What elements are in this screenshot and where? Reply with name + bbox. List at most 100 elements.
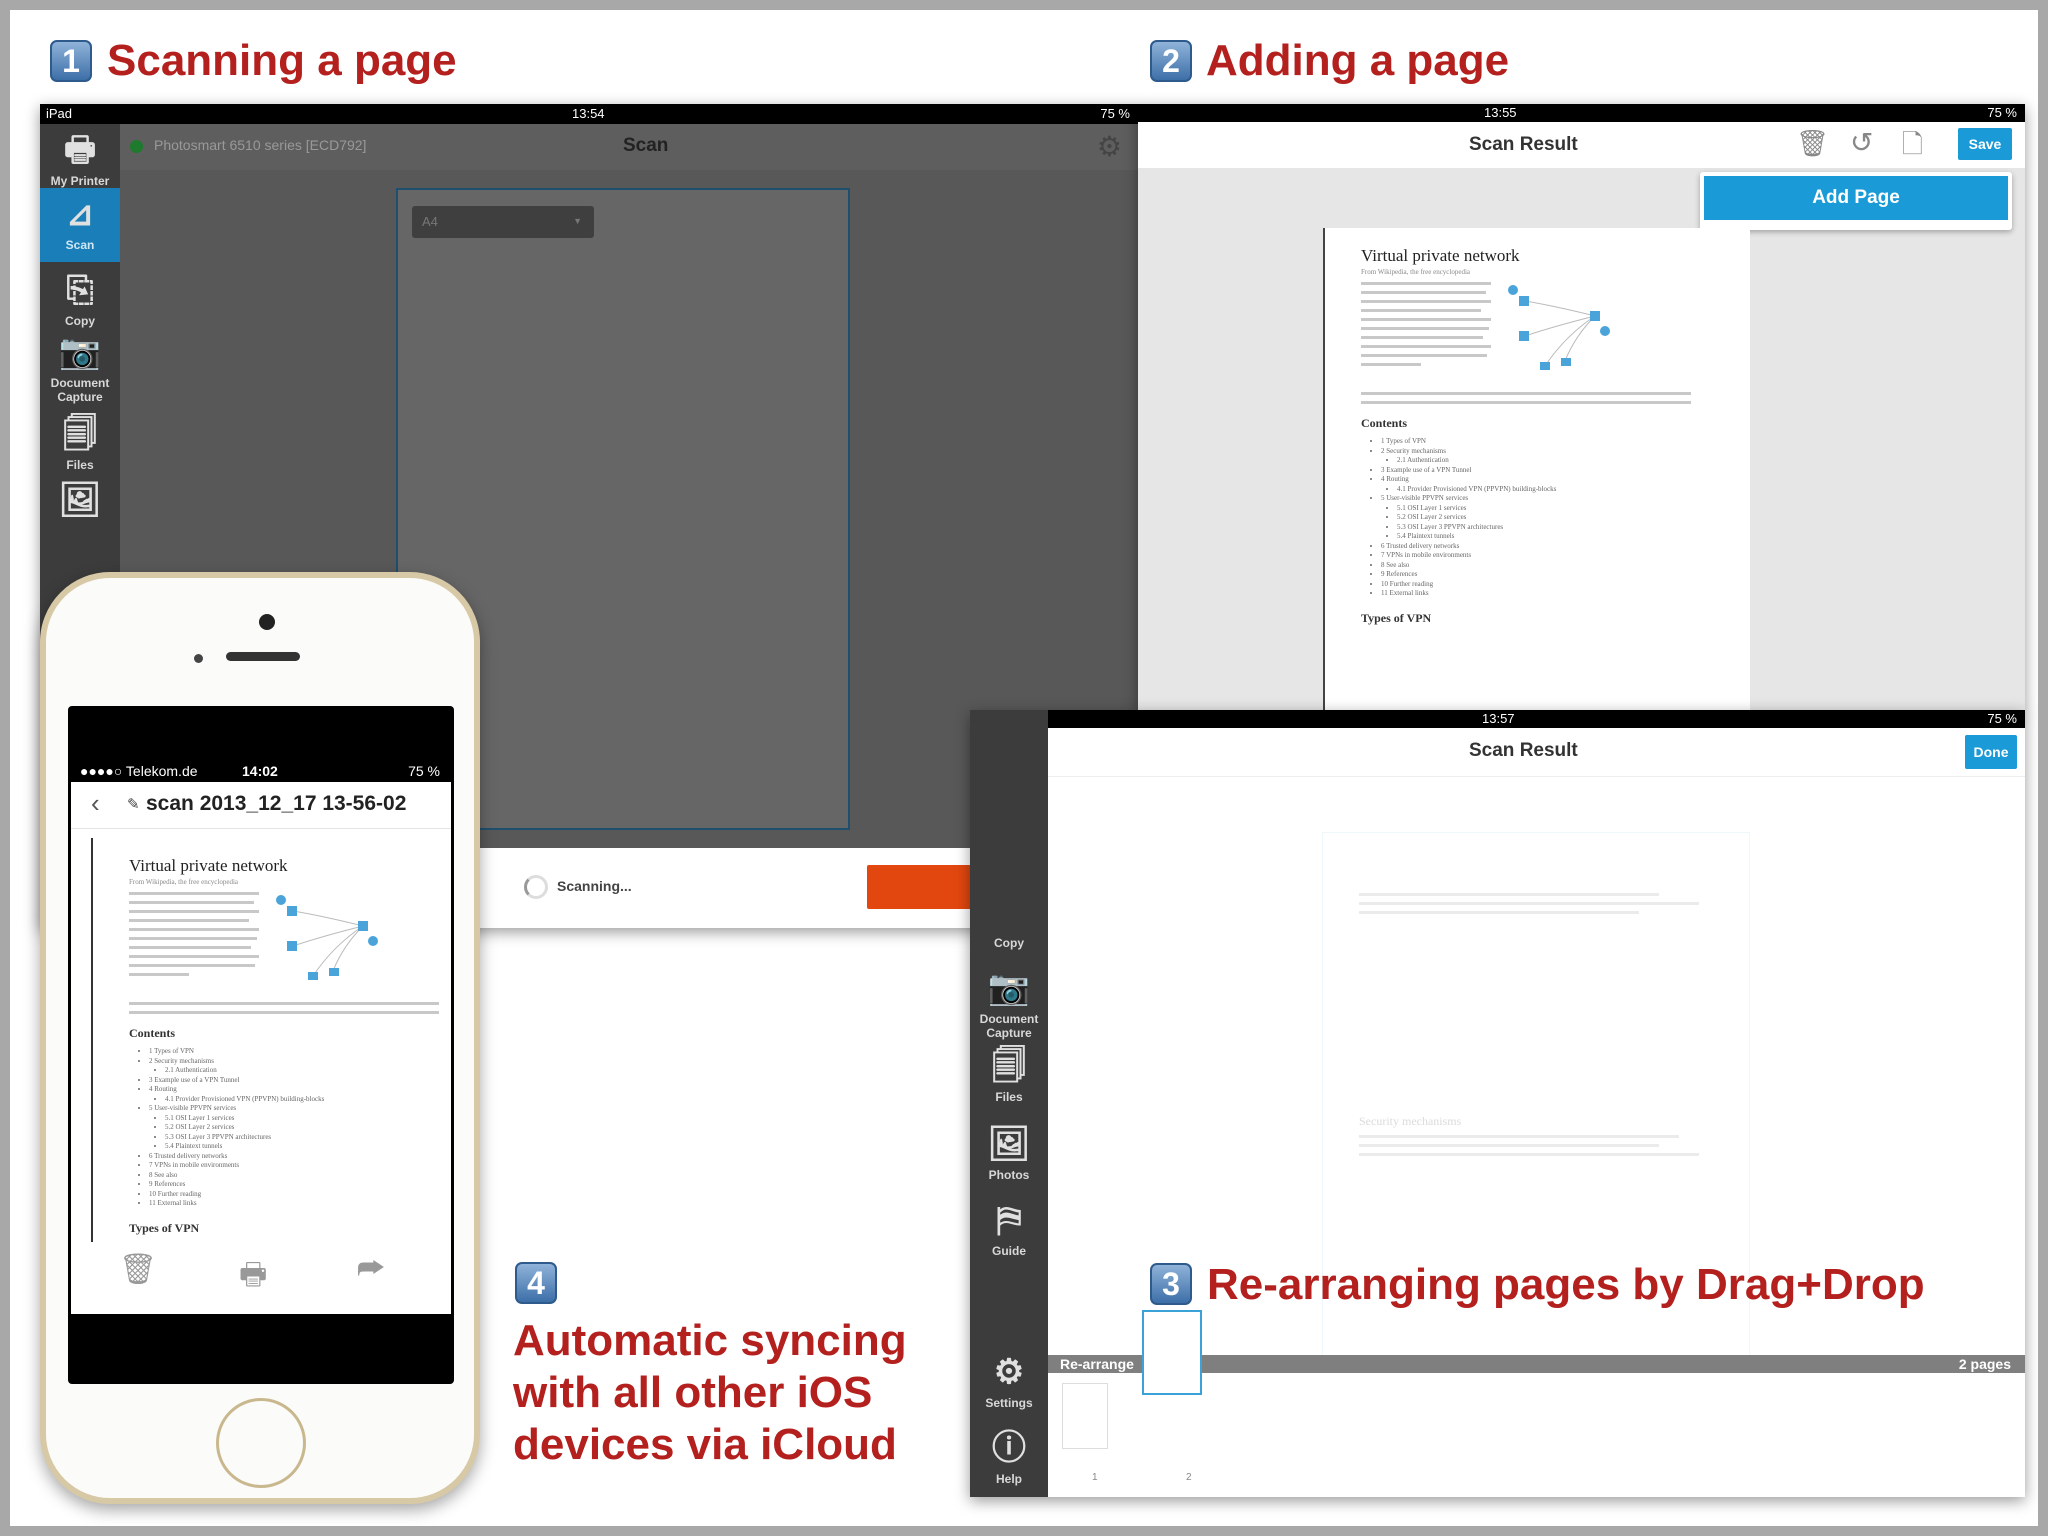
contents-item[interactable]: 1 Types of VPN — [149, 1047, 439, 1057]
section-heading: Types of VPN — [129, 1220, 200, 1235]
trash-icon[interactable]: 🗑 — [1796, 128, 1829, 159]
contents-item[interactable]: 5 User-visible PPVPN services — [1381, 494, 1750, 504]
contents-item[interactable]: 8 See also — [1381, 561, 1750, 571]
contents-item[interactable]: 5.4 Plaintext tunnels — [1397, 532, 1750, 542]
dragged-page-thumbnail[interactable] — [1142, 1310, 1202, 1395]
contents-item[interactable]: 4.1 Provider Provisioned VPN (PPVPN) bui… — [165, 1095, 439, 1105]
contents-item[interactable]: 2.1 Authentication — [165, 1066, 439, 1076]
rotate-icon[interactable]: ↺ — [1850, 126, 1873, 159]
spinner-icon — [524, 875, 548, 899]
divider — [71, 828, 451, 829]
page-thumbnail-1[interactable] — [1062, 1383, 1108, 1449]
sidebar-item-help[interactable]: ⓘ Help — [970, 1428, 1048, 1486]
clock: 14:02 — [242, 763, 278, 779]
printer-name[interactable]: Photosmart 6510 series [ECD792] — [154, 137, 366, 153]
contents-item[interactable]: 10 Further reading — [1381, 580, 1750, 590]
sidebar-item-photos[interactable]: 🖼 Photos — [970, 1124, 1048, 1182]
contents-item[interactable]: 4 Routing — [1381, 475, 1750, 485]
help-icon: ⓘ — [992, 1429, 1026, 1467]
contents-item[interactable]: 5.1 OSI Layer 1 services — [1397, 504, 1750, 514]
files-icon: 🗐 — [63, 415, 97, 453]
contents-item[interactable]: 4.1 Provider Provisioned VPN (PPVPN) bui… — [1397, 485, 1750, 495]
contents-item[interactable]: 8 See also — [149, 1171, 439, 1181]
contents-item[interactable]: 3 Example use of a VPN Tunnel — [1381, 466, 1750, 476]
clock: 13:54 — [572, 106, 605, 121]
doc-title: Virtual private network — [129, 856, 288, 875]
carrier: ●●●●○ Telekom.de — [80, 763, 198, 779]
trash-icon[interactable]: 🗑 — [119, 1252, 157, 1287]
sidebar-item-photos[interactable]: 🖼 — [40, 480, 120, 524]
contents-item[interactable]: 9 References — [1381, 570, 1750, 580]
step-4-text: Automatic syncing with all other iOS dev… — [513, 1315, 907, 1471]
camera-icon: 📷 — [58, 333, 102, 371]
sidebar-item-guide[interactable]: ⛿ Guide — [970, 1200, 1048, 1258]
sidebar-label: Copy — [994, 936, 1024, 950]
sidebar-label: Photos — [988, 1168, 1030, 1182]
contents-item[interactable]: 11 External links — [1381, 589, 1750, 599]
clock: 13:55 — [1484, 105, 1517, 120]
sidebar-label: Help — [995, 1472, 1022, 1486]
contents-item[interactable]: 1 Types of VPN — [1381, 437, 1750, 447]
sidebar-item-document-capture[interactable]: 📷 Document Capture — [40, 332, 120, 404]
contents-item[interactable]: 5.2 OSI Layer 2 services — [165, 1123, 439, 1133]
contents-item[interactable]: 3 Example use of a VPN Tunnel — [149, 1076, 439, 1086]
contents-item[interactable]: 5.1 OSI Layer 1 services — [165, 1114, 439, 1124]
scanning-status: Scanning... — [557, 878, 632, 894]
step-badge-2: 2 — [1150, 40, 1192, 82]
contents-item[interactable]: 9 References — [149, 1180, 439, 1190]
battery: 75 % — [408, 763, 440, 779]
scanned-page: Virtual private network From Wikipedia, … — [91, 838, 439, 1242]
sidebar-label: My Printer — [50, 174, 110, 188]
contents-item[interactable]: 5 User-visible PPVPN services — [149, 1104, 439, 1114]
paper-size-dropdown[interactable]: A4 ▼ — [412, 206, 594, 238]
contents-heading: Contents — [129, 1026, 176, 1040]
contents-item[interactable]: 6 Trusted delivery networks — [1381, 542, 1750, 552]
gear-icon[interactable]: ⚙ — [1097, 130, 1122, 163]
done-button[interactable]: Done — [1965, 735, 2017, 769]
contents-list: 1 Types of VPN2 Security mechanisms2.1 A… — [93, 1047, 439, 1209]
sidebar-item-document-capture[interactable]: 📷 Document Capture — [970, 968, 1048, 1040]
scanned-page: Virtual private network From Wikipedia, … — [1323, 228, 1750, 712]
contents-item[interactable]: 5.3 OSI Layer 3 PPVPN architectures — [1397, 523, 1750, 533]
pencil-icon[interactable]: ✎ — [127, 795, 140, 813]
sidebar-item-settings[interactable]: ⚙ Settings — [970, 1352, 1048, 1410]
contents-item[interactable]: 6 Trusted delivery networks — [149, 1152, 439, 1162]
page-title: Scan Result — [1469, 134, 1578, 155]
sidebar-label: Files — [66, 458, 94, 472]
contents-item[interactable]: 11 External links — [149, 1199, 439, 1209]
contents-item[interactable]: 2 Security mechanisms — [1381, 447, 1750, 457]
add-page-screen: 13:55 75 % Scan Result 🗑 ↺ 🗋 Save Add Pa… — [1138, 104, 2025, 712]
contents-item[interactable]: 2.1 Authentication — [1397, 456, 1750, 466]
contents-item[interactable]: 4 Routing — [149, 1085, 439, 1095]
contents-item[interactable]: 10 Further reading — [149, 1190, 439, 1200]
sidebar-item-copy[interactable]: ⎘ Copy — [40, 270, 120, 328]
add-page-button[interactable]: Add Page — [1704, 176, 2008, 220]
sidebar-item-my-printer[interactable]: 🖶 My Printer — [40, 130, 120, 188]
save-button[interactable]: Save — [1958, 128, 2012, 160]
print-icon[interactable]: 🖶 — [239, 1252, 267, 1303]
back-chevron-icon[interactable]: ‹ — [91, 788, 100, 819]
contents-item[interactable]: 5.3 OSI Layer 3 PPVPN architectures — [165, 1133, 439, 1143]
sidebar-item-scan[interactable]: ⊿ Scan — [40, 188, 120, 262]
photos-icon: 🖼 — [987, 1125, 1031, 1163]
iphone-screen: ●●●●○ Telekom.de 14:02 75 % ‹ ✎ scan 201… — [68, 706, 454, 1384]
step-4-line: devices via iCloud — [513, 1420, 897, 1469]
contents-item[interactable]: 2 Security mechanisms — [149, 1057, 439, 1067]
page-title: Scan — [623, 135, 669, 156]
sidebar-item-files[interactable]: 🗐 Files — [970, 1046, 1048, 1104]
sidebar-item-files[interactable]: 🗐 Files — [40, 414, 120, 472]
step-title-2: Adding a page — [1206, 36, 1510, 85]
status-bar: 13:57 75 % — [970, 710, 2025, 728]
contents-item[interactable]: 5.2 OSI Layer 2 services — [1397, 513, 1750, 523]
sidebar-item-copy[interactable]: Copy — [970, 936, 1048, 950]
contents-item[interactable]: 5.4 Plaintext tunnels — [165, 1142, 439, 1152]
vpn-diagram — [1508, 285, 1610, 370]
contents-item[interactable]: 7 VPNs in mobile environments — [149, 1161, 439, 1171]
share-icon[interactable]: ⮫ — [357, 1252, 385, 1286]
add-page-icon[interactable]: 🗋 — [1902, 126, 1923, 170]
contents-item[interactable]: 7 VPNs in mobile environments — [1381, 551, 1750, 561]
page-count: 2 pages — [1958, 1356, 2011, 1372]
home-button[interactable] — [216, 1398, 306, 1488]
step-badge-1: 1 — [50, 40, 92, 82]
file-title[interactable]: scan 2013_12_17 13-56-02 — [146, 792, 406, 816]
